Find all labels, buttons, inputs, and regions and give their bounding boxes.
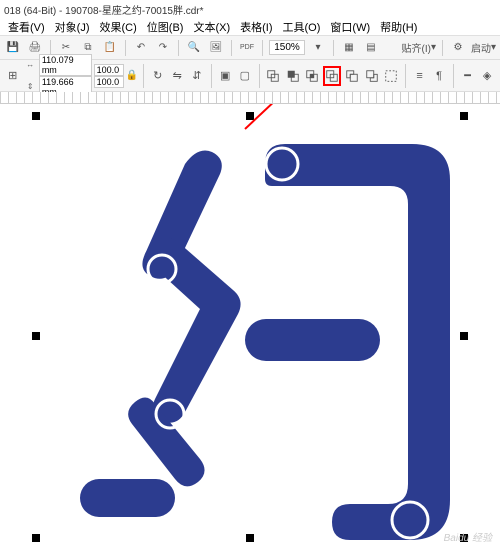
trim-icon[interactable] bbox=[284, 66, 302, 86]
separator bbox=[143, 64, 144, 88]
mirror-h-icon[interactable]: ⇋ bbox=[168, 66, 186, 86]
menu-bitmap[interactable]: 位图(B) bbox=[143, 19, 188, 35]
convert-icon[interactable]: ◈ bbox=[478, 66, 496, 86]
text-wrap-icon[interactable]: ¶ bbox=[430, 66, 448, 86]
back-minus-front-icon[interactable] bbox=[363, 66, 381, 86]
menu-tools[interactable]: 工具(O) bbox=[279, 19, 325, 35]
canvas[interactable]: × Baidu 经验 bbox=[0, 104, 500, 552]
selection-handle[interactable] bbox=[460, 332, 468, 340]
scale-group: 100.0 100.0 bbox=[94, 64, 124, 88]
titlebar: 018 (64-Bit) - 190708-星座之约-70015胖.cdr* bbox=[0, 0, 500, 18]
title-text: 018 (64-Bit) - 190708-星座之约-70015胖.cdr* bbox=[4, 2, 204, 17]
property-toolbar: ⊞ ↔ 110.079 mm ⇕ 119.666 mm 100.0 100.0 … bbox=[0, 60, 500, 92]
menu-help[interactable]: 帮助(H) bbox=[376, 19, 421, 35]
scale-x-field[interactable]: 100.0 bbox=[94, 64, 124, 76]
menu-table[interactable]: 表格(I) bbox=[236, 19, 276, 35]
order-front-icon[interactable]: ▣ bbox=[216, 66, 234, 86]
selection-handle[interactable] bbox=[460, 112, 468, 120]
dimensions-group: ↔ 110.079 mm ⇕ 119.666 mm bbox=[24, 54, 92, 98]
menu-effects[interactable]: 效果(C) bbox=[96, 19, 141, 35]
artwork-shape[interactable] bbox=[50, 124, 450, 544]
grid-icon[interactable]: ▦ bbox=[340, 39, 358, 57]
menu-view[interactable]: 查看(V) bbox=[4, 19, 49, 35]
origin-picker-icon[interactable]: ⊞ bbox=[4, 66, 22, 86]
zoom-level[interactable]: 150% bbox=[269, 40, 305, 55]
height-icon: ⇕ bbox=[24, 82, 37, 91]
mirror-v-icon[interactable]: ⇵ bbox=[188, 66, 206, 86]
menu-window[interactable]: 窗口(W) bbox=[326, 19, 374, 35]
front-minus-back-icon[interactable] bbox=[343, 66, 361, 86]
watermark: Baidu 经验 bbox=[444, 529, 492, 544]
redo-icon[interactable]: ↷ bbox=[154, 39, 172, 57]
boundary-icon[interactable] bbox=[382, 66, 400, 86]
separator bbox=[231, 40, 232, 56]
options-icon[interactable]: ⚙ bbox=[449, 39, 467, 57]
width-field[interactable]: 110.079 mm bbox=[39, 54, 92, 76]
simplify-icon[interactable] bbox=[323, 66, 341, 86]
separator bbox=[262, 40, 263, 56]
lock-ratio-icon[interactable]: 🔒 bbox=[126, 69, 138, 83]
guides-icon[interactable]: ▤ bbox=[362, 39, 380, 57]
selection-handle[interactable] bbox=[246, 112, 254, 120]
export-pdf-icon[interactable]: PDF bbox=[238, 39, 256, 57]
search-icon[interactable]: 🔍 bbox=[185, 39, 203, 57]
separator bbox=[125, 40, 126, 56]
selection-handle[interactable] bbox=[32, 112, 40, 120]
save-icon[interactable]: 💾 bbox=[4, 39, 22, 57]
order-back-icon[interactable]: ▢ bbox=[236, 66, 254, 86]
separator bbox=[405, 64, 406, 88]
separator bbox=[178, 40, 179, 56]
selection-handle[interactable] bbox=[32, 534, 40, 542]
align-icon[interactable]: ≡ bbox=[411, 66, 429, 86]
separator bbox=[442, 40, 443, 56]
paste-icon[interactable]: 📋 bbox=[101, 39, 119, 57]
separator bbox=[453, 64, 454, 88]
launch-label[interactable]: 启动▾ bbox=[471, 39, 496, 57]
weld-icon[interactable] bbox=[264, 66, 282, 86]
menu-object[interactable]: 对象(J) bbox=[51, 19, 94, 35]
zoom-dropdown-icon[interactable]: ▾ bbox=[309, 39, 327, 57]
snap-label[interactable]: 贴齐(I)▾ bbox=[401, 39, 435, 57]
outline-width-icon[interactable]: ━ bbox=[459, 66, 477, 86]
undo-icon[interactable]: ↶ bbox=[132, 39, 150, 57]
separator bbox=[333, 40, 334, 56]
image-icon[interactable]: 🖼 bbox=[207, 39, 225, 57]
intersect-icon[interactable] bbox=[304, 66, 322, 86]
scale-y-field[interactable]: 100.0 bbox=[94, 76, 124, 88]
width-icon: ↔ bbox=[24, 60, 37, 69]
separator bbox=[259, 64, 260, 88]
horizontal-ruler[interactable] bbox=[0, 92, 500, 104]
menu-text[interactable]: 文本(X) bbox=[189, 19, 234, 35]
menubar: 查看(V) 对象(J) 效果(C) 位图(B) 文本(X) 表格(I) 工具(O… bbox=[0, 18, 500, 36]
selection-handle[interactable] bbox=[32, 332, 40, 340]
rotate-icon[interactable]: ↻ bbox=[149, 66, 167, 86]
separator bbox=[211, 64, 212, 88]
